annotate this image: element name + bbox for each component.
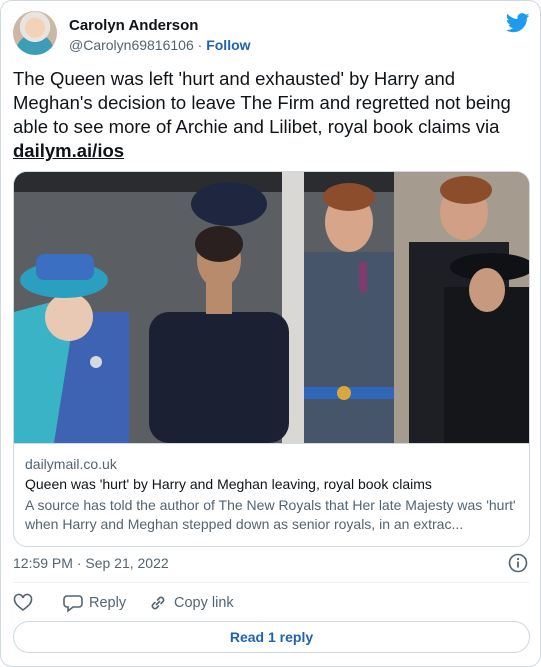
heart-icon [13, 593, 33, 612]
card-description: A source has told the author of The New … [25, 497, 516, 532]
info-icon[interactable] [508, 553, 528, 573]
handle-row: @Carolyn69816106 · Follow [69, 37, 251, 53]
link-icon [151, 596, 165, 610]
like-button[interactable] [13, 593, 33, 613]
separator: · [197, 37, 203, 53]
reply-icon [63, 595, 83, 613]
tweet-actions: Reply Copy link [13, 593, 530, 615]
read-replies-button[interactable]: Read 1 reply [13, 621, 530, 653]
copy-link-button[interactable]: Copy link [148, 593, 234, 613]
reply-button[interactable]: Reply [63, 593, 126, 613]
tweet-text: The Queen was left 'hurt and exhausted' … [13, 67, 528, 163]
tweet-body: The Queen was left 'hurt and exhausted' … [13, 68, 511, 137]
photo-illustration [14, 172, 529, 443]
card-title: Queen was 'hurt' by Harry and Meghan lea… [25, 476, 432, 492]
reply-label: Reply [89, 595, 127, 611]
copy-link-label: Copy link [174, 595, 234, 611]
display-name[interactable]: Carolyn Anderson [69, 17, 198, 34]
tweet-timestamp[interactable]: 12:59 PM · Sep 21, 2022 [13, 555, 169, 571]
follow-button[interactable]: Follow [206, 37, 250, 53]
link-card-info[interactable]: dailymail.co.uk Queen was 'hurt' by Harr… [14, 443, 529, 546]
link-preview-card[interactable]: dailymail.co.uk Queen was 'hurt' by Harr… [13, 171, 530, 547]
divider [13, 582, 530, 583]
card-domain: dailymail.co.uk [25, 456, 117, 472]
article-photo[interactable] [14, 172, 529, 443]
avatar[interactable] [13, 11, 57, 55]
user-handle[interactable]: @Carolyn69816106 [69, 37, 194, 53]
tweet-link[interactable]: dailym.ai/ios [13, 140, 124, 161]
tweet-header: Carolyn Anderson @Carolyn69816106 · Foll… [13, 11, 530, 57]
embedded-tweet: Carolyn Anderson @Carolyn69816106 · Foll… [0, 0, 541, 667]
twitter-bird-icon[interactable] [506, 13, 530, 33]
